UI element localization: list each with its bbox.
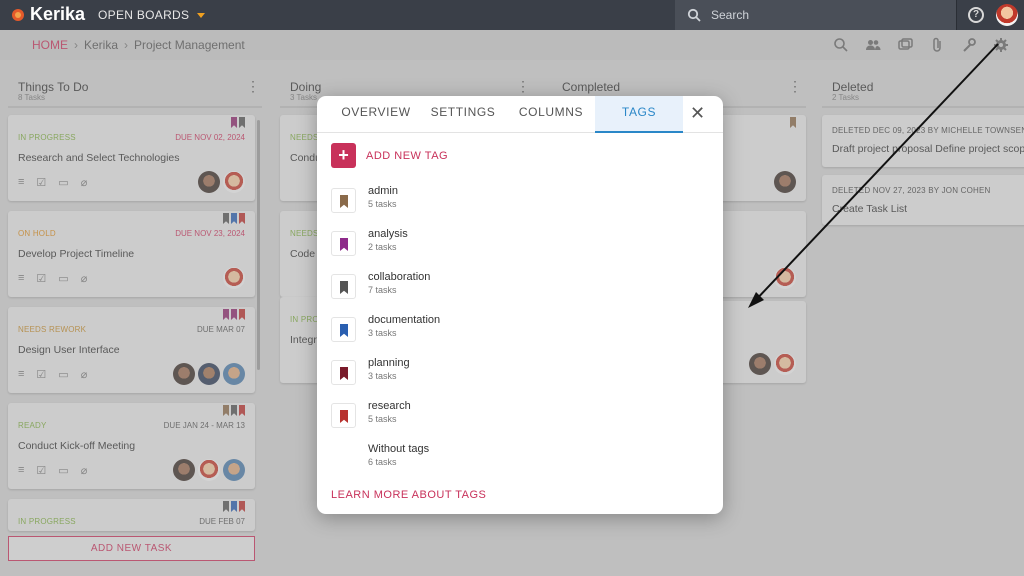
top-bar: Kerika OPEN BOARDS Search ? [0, 0, 1024, 30]
search-input[interactable]: Search [711, 8, 749, 22]
help-icon[interactable]: ? [968, 7, 984, 23]
add-new-tag-button[interactable]: + ADD NEW TAG [331, 143, 448, 168]
tag-name: admin [368, 185, 398, 197]
tag-row-research[interactable]: research 5 tasks [331, 400, 711, 439]
tab-settings[interactable]: SETTINGS [423, 96, 503, 133]
tag-row-documentation[interactable]: documentation 3 tasks [331, 314, 711, 353]
logo-text: Kerika [30, 4, 86, 24]
chevron-down-icon [197, 12, 206, 18]
tag-color-box [331, 403, 356, 428]
bookmark-icon [340, 410, 348, 423]
kerika-logo-icon [12, 8, 24, 21]
tab-overview[interactable]: OVERVIEW [331, 96, 421, 133]
tag-row-analysis[interactable]: analysis 2 tasks [331, 228, 711, 267]
bookmark-icon [340, 367, 348, 380]
tag-count: 5 tasks [368, 199, 397, 209]
open-boards-label: OPEN BOARDS [98, 8, 190, 22]
tag-name: planning [368, 357, 410, 369]
board-settings-modal: OVERVIEW SETTINGS COLUMNS TAGS ✕ + ADD N… [317, 96, 723, 514]
tag-color-box [331, 274, 356, 299]
tag-row-collaboration[interactable]: collaboration 7 tasks [331, 271, 711, 310]
tab-columns[interactable]: COLUMNS [509, 96, 593, 133]
user-avatar[interactable] [996, 4, 1018, 26]
open-boards-menu[interactable]: OPEN BOARDS [98, 8, 206, 22]
tag-name: collaboration [368, 271, 431, 283]
tag-count: 5 tasks [368, 414, 397, 424]
tag-count: 3 tasks [368, 371, 397, 381]
tag-color-box [331, 360, 356, 385]
add-new-tag-label: ADD NEW TAG [366, 149, 449, 162]
search-icon [687, 8, 701, 22]
tag-name: research [368, 400, 411, 412]
kerika-logo[interactable]: Kerika [10, 4, 85, 25]
tab-tags[interactable]: TAGS [595, 96, 683, 133]
learn-more-link[interactable]: LEARN MORE ABOUT TAGS [331, 489, 486, 501]
tag-name: analysis [368, 228, 408, 240]
tag-name: documentation [368, 314, 441, 326]
tag-count: 3 tasks [368, 328, 397, 338]
bookmark-icon [340, 324, 348, 337]
tag-color-box [331, 317, 356, 342]
modal-tabs: OVERVIEW SETTINGS COLUMNS TAGS ✕ [317, 96, 723, 133]
tag-name: Without tags [368, 443, 430, 455]
bookmark-icon [340, 281, 348, 294]
tag-color-box [331, 231, 356, 256]
tag-color-box [331, 188, 356, 213]
tag-count: 2 tasks [368, 242, 397, 252]
tag-row-planning[interactable]: planning 3 tasks [331, 357, 711, 396]
tag-row-without-tags[interactable]: Without tags 6 tasks [331, 443, 711, 482]
plus-icon: + [331, 143, 356, 168]
tag-row-admin[interactable]: admin 5 tasks [331, 185, 711, 224]
bookmark-icon [340, 195, 348, 208]
tag-count: 7 tasks [368, 285, 397, 295]
search-bar[interactable]: Search [675, 0, 956, 30]
tag-count: 6 tasks [368, 457, 397, 467]
bookmark-icon [340, 238, 348, 251]
close-icon[interactable]: ✕ [690, 104, 705, 122]
